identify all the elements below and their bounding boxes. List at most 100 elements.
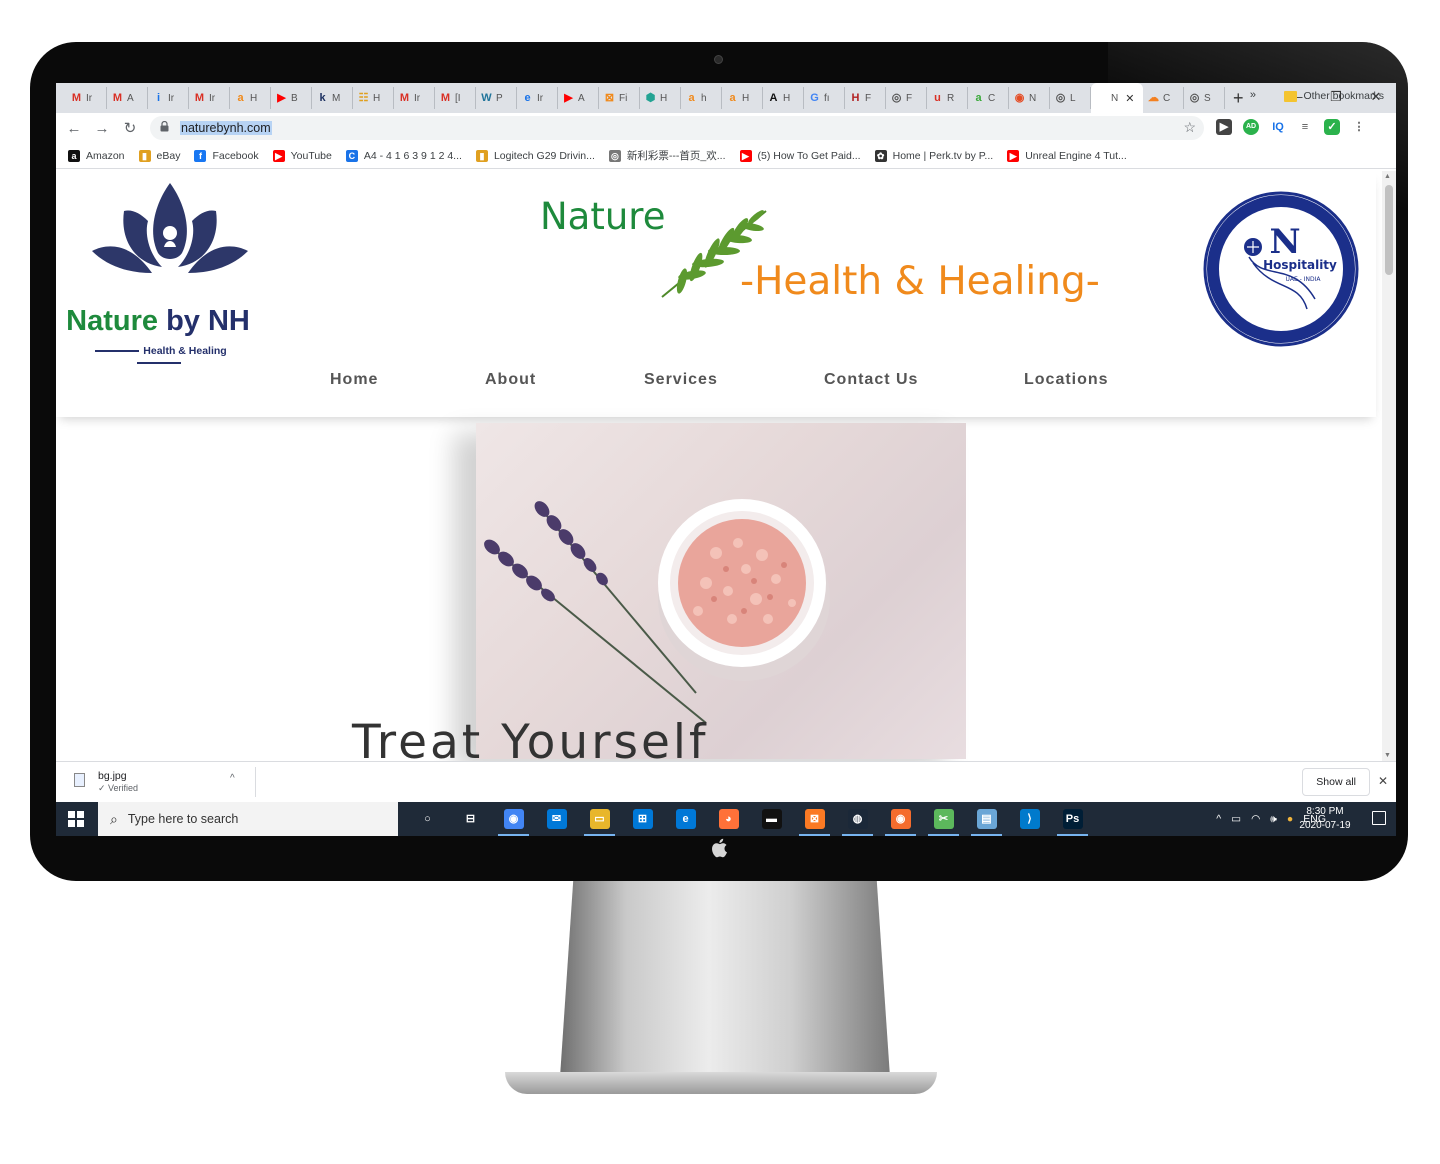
browser-tab[interactable]: M Ir (189, 87, 230, 109)
battery-icon[interactable]: ▭ (1231, 813, 1241, 825)
browser-tab[interactable]: aH (722, 87, 763, 109)
bookmark-item[interactable]: ◎ 新利彩票---首页_欢... (608, 148, 726, 163)
nav-services[interactable]: Services (644, 371, 718, 389)
nav-about[interactable]: About (485, 371, 536, 389)
taskbar-search[interactable]: ⌕ Type here to search (98, 802, 398, 836)
seal-name: Hospitality (1263, 258, 1337, 272)
browser-tab[interactable]: M [I (435, 87, 476, 109)
nav-locations[interactable]: Locations (1024, 371, 1109, 389)
taskbar-app-terminal[interactable]: ▬ (750, 802, 793, 836)
bookmark-item[interactable]: a Amazon (68, 149, 125, 162)
browser-tab[interactable]: ▶ A (558, 87, 599, 109)
close-tab-icon[interactable]: ✕ (1125, 92, 1134, 105)
taskbar-app-xampp[interactable]: ⊠ (793, 802, 836, 836)
tab-favicon-icon: M (440, 91, 451, 104)
browser-tab[interactable]: MA (107, 87, 148, 109)
nature-by-nh-logo[interactable]: Nature by NH Health & Healing (60, 177, 256, 367)
bookmark-item[interactable]: ▮ Logitech G29 Drivin... (475, 149, 595, 162)
browser-tab[interactable]: ◎ S (1184, 87, 1225, 109)
wifi-icon[interactable]: ◠ (1251, 813, 1260, 825)
browser-tab[interactable]: Gfı (804, 87, 845, 109)
taskbar-app-vscode[interactable]: ⟩ (1008, 802, 1051, 836)
taskbar-app-edge[interactable]: e (664, 802, 707, 836)
bookmark-item[interactable]: ▶ Unreal Engine 4 Tut... (1007, 149, 1127, 162)
browser-tab[interactable]: aH (230, 87, 271, 109)
tray-chevron-icon[interactable]: ^ (1216, 813, 1221, 825)
lock-icon[interactable] (160, 120, 176, 135)
bookmark-item[interactable]: f Facebook (194, 149, 259, 162)
browser-tab[interactable]: HF (845, 87, 886, 109)
adblock-extension-icon[interactable]: AD (1243, 119, 1259, 135)
browser-tab[interactable]: ◎ L (1050, 87, 1091, 109)
page-scrollbar[interactable]: ▲ ▼ (1382, 171, 1396, 761)
browser-tab[interactable]: ◎ F (886, 87, 927, 109)
browser-tab[interactable]: i Ir (148, 87, 189, 109)
browser-tab[interactable]: e Ir (517, 87, 558, 109)
taskbar-app-firefox[interactable]: ◕ (707, 802, 750, 836)
other-bookmarks[interactable]: Other bookmarks (1284, 83, 1384, 109)
show-all-button[interactable]: Show all (1302, 768, 1370, 796)
browser-tab[interactable]: ⊠ Fi (599, 87, 640, 109)
browser-tab[interactable]: ▶ B (271, 87, 312, 109)
scroll-down-icon[interactable]: ▼ (1384, 752, 1391, 759)
bookmark-item[interactable]: ▶ YouTube (272, 149, 332, 162)
taskbar-app-origin[interactable]: ◉ (879, 802, 922, 836)
taskbar-app-photoshop[interactable]: Ps (1051, 802, 1094, 836)
reload-button[interactable]: ↻ (116, 119, 144, 137)
taskbar-app-mail[interactable]: ✉ (535, 802, 578, 836)
taskbar-clock[interactable]: 8:30 PM 2020-07-19 (1290, 805, 1360, 833)
browser-tab[interactable]: M Ir (394, 87, 435, 109)
scrollbar-thumb[interactable] (1385, 185, 1393, 275)
video-extension-icon[interactable]: ▶ (1216, 119, 1232, 135)
bookmark-star-icon[interactable]: ☆ (1183, 119, 1196, 136)
tab-title: H (250, 92, 258, 104)
taskbar-app-steam[interactable]: ◍ (836, 802, 879, 836)
shield-extension-icon[interactable]: ✓ (1324, 119, 1340, 135)
monitor-stand (560, 881, 890, 1077)
photoshop-icon: Ps (1062, 809, 1083, 829)
taskbar-app-snipping-tool[interactable]: ✂ (922, 802, 965, 836)
taskbar-app-chrome[interactable]: ◉ (492, 802, 535, 836)
media-control-icon[interactable]: ≡ (1297, 119, 1313, 135)
browser-tab[interactable]: AH (763, 87, 804, 109)
bookmark-item[interactable]: ✿ Home | Perk.tv by P... (874, 149, 993, 162)
n-hospitality-seal-logo[interactable]: www.n-hospitality.com info@n-hospitality… (1203, 191, 1359, 347)
scroll-up-icon[interactable]: ▲ (1384, 173, 1391, 180)
download-item[interactable]: bg.jpg ✓ Verified ^ (68, 767, 256, 797)
menu-kebab-icon[interactable]: ⋮ (1351, 119, 1367, 135)
taskbar-app-cortana[interactable]: ○ (406, 802, 449, 836)
bookmark-item[interactable]: C A4 - 4 1 6 3 9 1 2 4... (345, 149, 462, 162)
forward-button[interactable]: → (88, 120, 116, 137)
browser-tab[interactable]: WP (476, 87, 517, 109)
firefox-icon: ◕ (718, 809, 739, 829)
taskbar-app-store[interactable]: ⊞ (621, 802, 664, 836)
windows-start-icon[interactable] (68, 811, 84, 827)
browser-tab[interactable]: ah (681, 87, 722, 109)
bookmark-item[interactable]: ▮ eBay (138, 149, 180, 162)
browser-tab[interactable]: M Ir (66, 87, 107, 109)
browser-tab[interactable]: ☁ C (1143, 87, 1184, 109)
nav-home[interactable]: Home (330, 371, 378, 389)
site-header: Nature by NH Health & Healing Nature -He… (56, 171, 1376, 417)
browser-tab[interactable]: kM (312, 87, 353, 109)
iq-extension-icon[interactable]: IQ (1270, 119, 1286, 135)
browser-tab-active[interactable]: N ✕ (1091, 83, 1143, 113)
taskbar-app-file-explorer[interactable]: ▭ (578, 802, 621, 836)
browser-tab[interactable]: ◉ N (1009, 87, 1050, 109)
chevron-up-icon[interactable]: ^ (230, 773, 235, 784)
browser-tab[interactable]: uR (927, 87, 968, 109)
back-button[interactable]: ← (60, 120, 88, 137)
close-shelf-button[interactable]: ✕ (1378, 774, 1388, 788)
browser-tab[interactable]: aC (968, 87, 1009, 109)
nav-contact-us[interactable]: Contact Us (824, 371, 918, 389)
url-text[interactable]: naturebynh.com (180, 121, 272, 135)
browser-tab[interactable]: ☷ H (353, 87, 394, 109)
bookmark-item[interactable]: ▶ (5) How To Get Paid... (739, 149, 861, 162)
bookmarks-overflow-button[interactable]: » (1250, 89, 1256, 101)
volume-icon[interactable]: 🕪 (1270, 813, 1277, 826)
address-bar[interactable]: naturebynh.com ☆ (150, 116, 1204, 140)
taskbar-app-task-view[interactable]: ⊟ (449, 802, 492, 836)
browser-tab[interactable]: ⬢ H (640, 87, 681, 109)
taskbar-app-notepad[interactable]: ▤ (965, 802, 1008, 836)
notification-center-icon[interactable] (1372, 811, 1386, 825)
